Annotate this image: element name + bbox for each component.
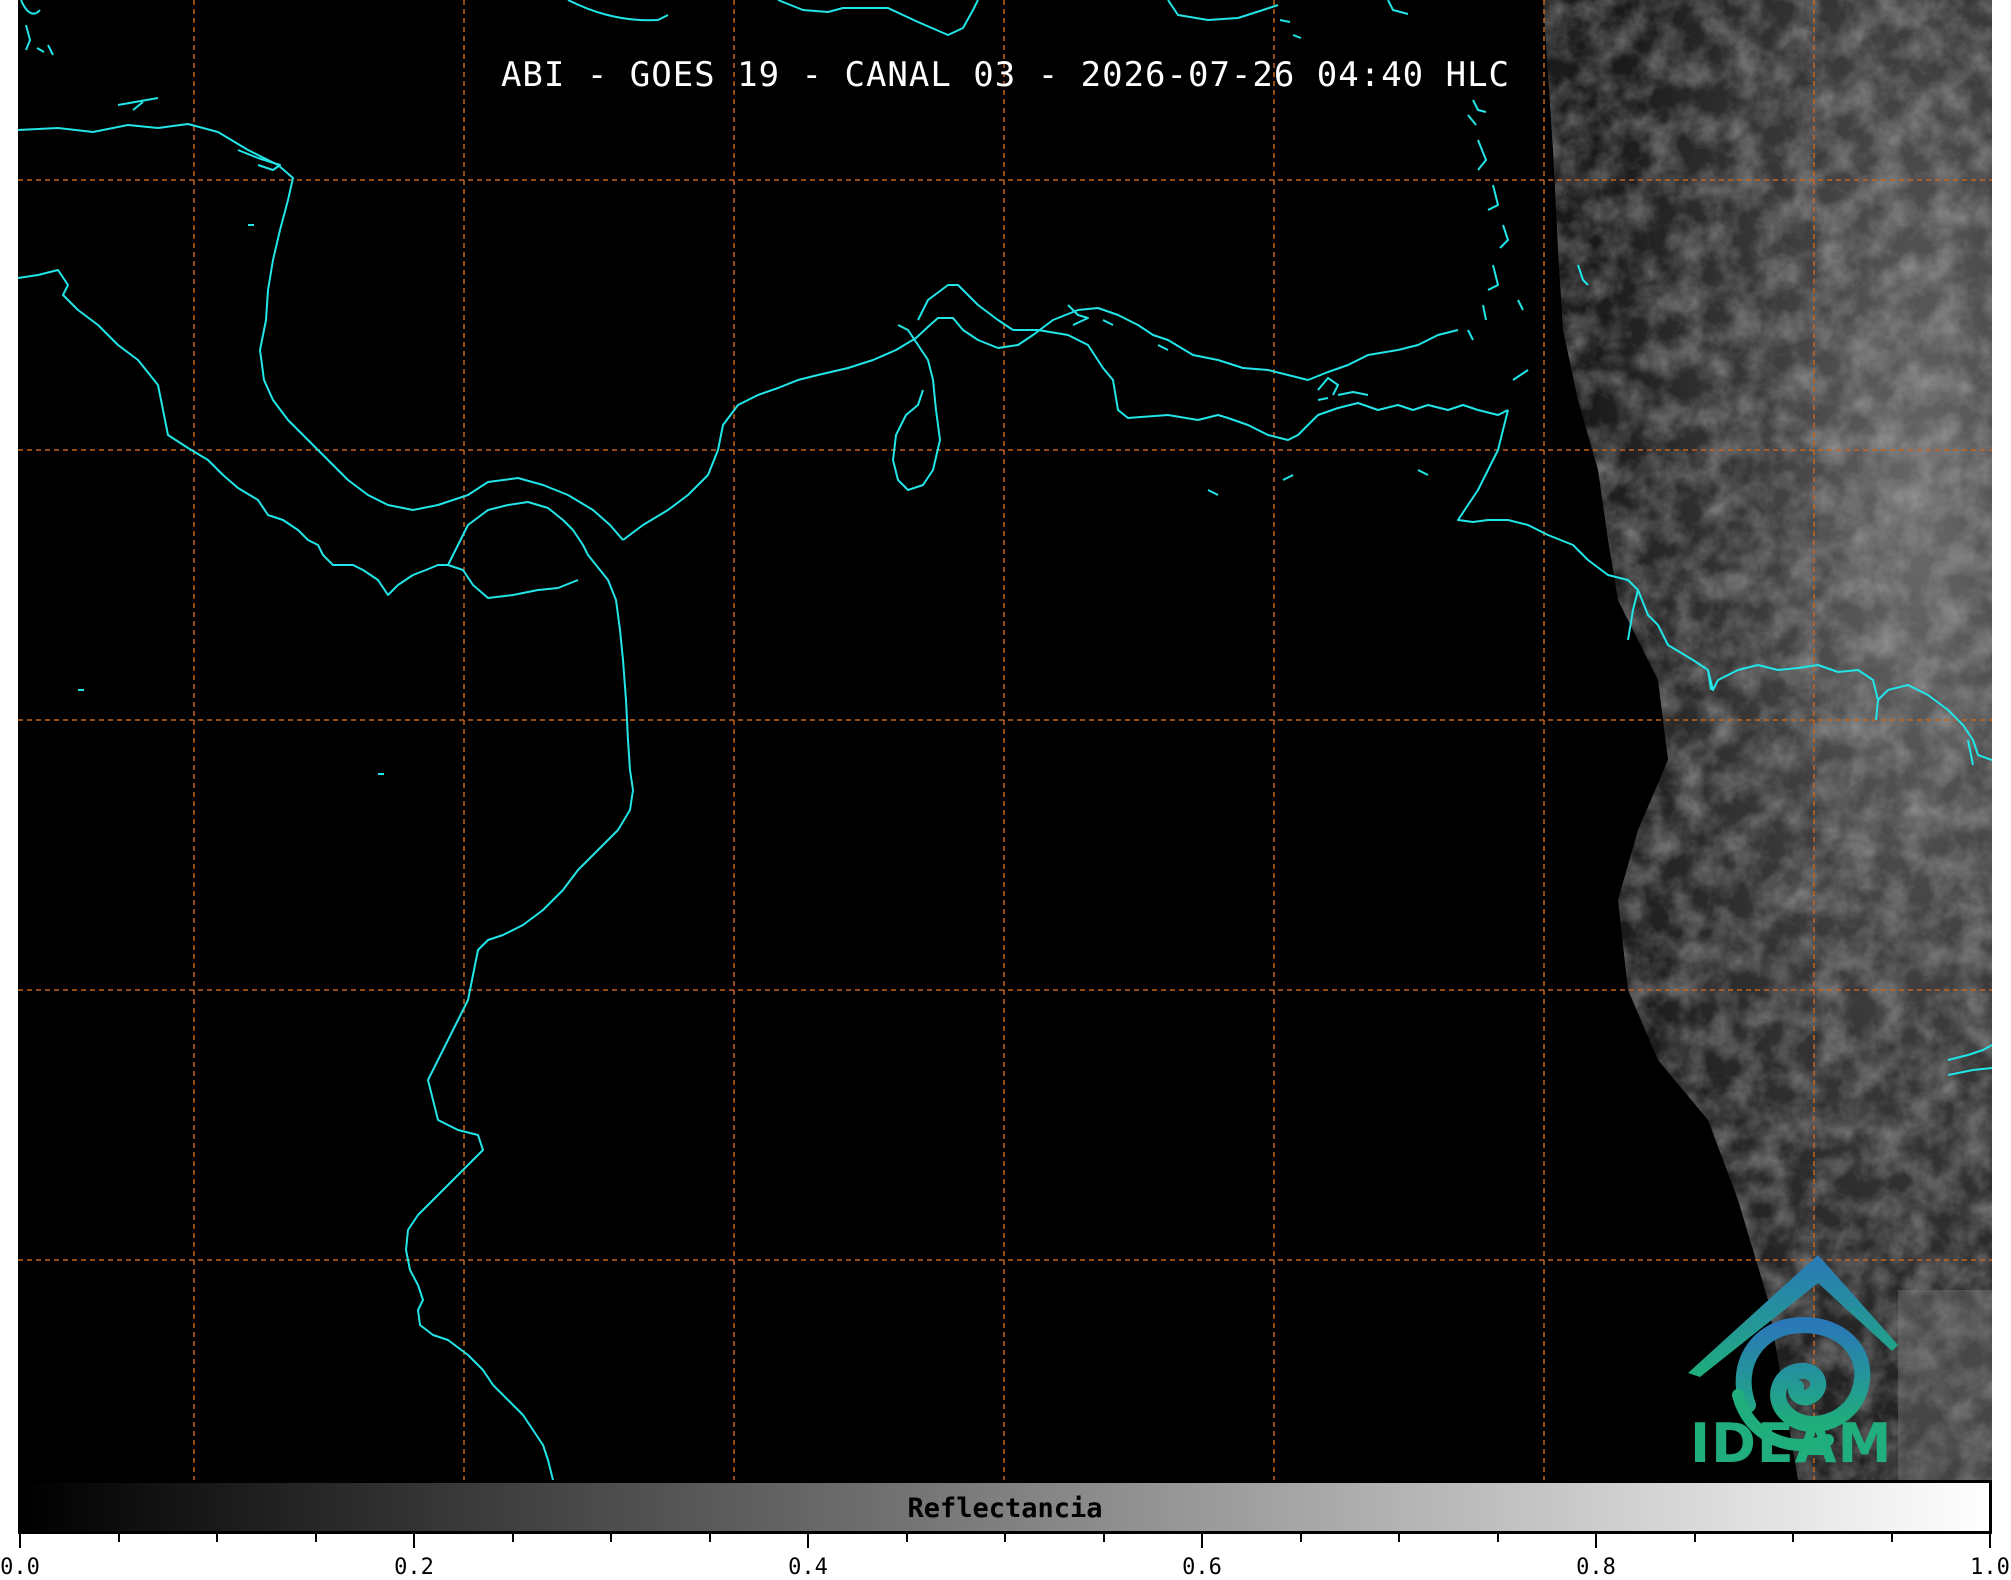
- colorbar-major-tick: [1989, 1534, 1991, 1548]
- colorbar-tick-label: 0.8: [1576, 1555, 1616, 1580]
- colorbar-label: Reflectancia: [907, 1493, 1103, 1524]
- colorbar-major-tick: [1201, 1534, 1203, 1548]
- colorbar-minor-tick: [117, 1534, 120, 1542]
- colorbar-tick-label: 0.2: [394, 1555, 434, 1580]
- colorbar-minor-tick: [1398, 1534, 1400, 1542]
- colorbar-major-tick: [1595, 1534, 1597, 1548]
- colorbar-minor-tick: [216, 1534, 218, 1542]
- colorbar-minor-tick: [1693, 1534, 1696, 1542]
- colorbar-minor-tick: [511, 1534, 514, 1542]
- colorbar: Reflectancia: [18, 1480, 1992, 1534]
- colorbar-minor-tick: [610, 1534, 612, 1542]
- colorbar-minor-tick: [905, 1534, 908, 1542]
- colorbar-tick-label: 1.0: [1970, 1555, 2010, 1580]
- colorbar-axis: 0.0 0.2 0.4 0.6 0.8 1.0: [0, 1534, 2011, 1580]
- satellite-map[interactable]: IDEAM: [18, 0, 1992, 1480]
- colorbar-minor-tick: [708, 1534, 711, 1542]
- colorbar-minor-tick: [314, 1534, 317, 1542]
- colorbar-minor-tick: [1792, 1534, 1794, 1542]
- colorbar-major-tick: [19, 1534, 21, 1548]
- colorbar-minor-tick: [1299, 1534, 1302, 1542]
- logo-wordmark: IDEAM: [1690, 1412, 1893, 1475]
- colorbar-tick-label: 0.4: [788, 1555, 828, 1580]
- colorbar-minor-tick: [1102, 1534, 1105, 1542]
- colorbar-minor-tick: [1496, 1534, 1499, 1542]
- colorbar-minor-tick: [1890, 1534, 1893, 1542]
- colorbar-major-tick: [807, 1534, 809, 1548]
- map-title: ABI - GOES 19 - CANAL 03 - 2026-07-26 04…: [500, 55, 1511, 95]
- colorbar-major-tick: [413, 1534, 415, 1548]
- colorbar-tick-label: 0.6: [1182, 1555, 1222, 1580]
- colorbar-minor-tick: [1004, 1534, 1006, 1542]
- colorbar-tick-label: 0.0: [0, 1555, 40, 1580]
